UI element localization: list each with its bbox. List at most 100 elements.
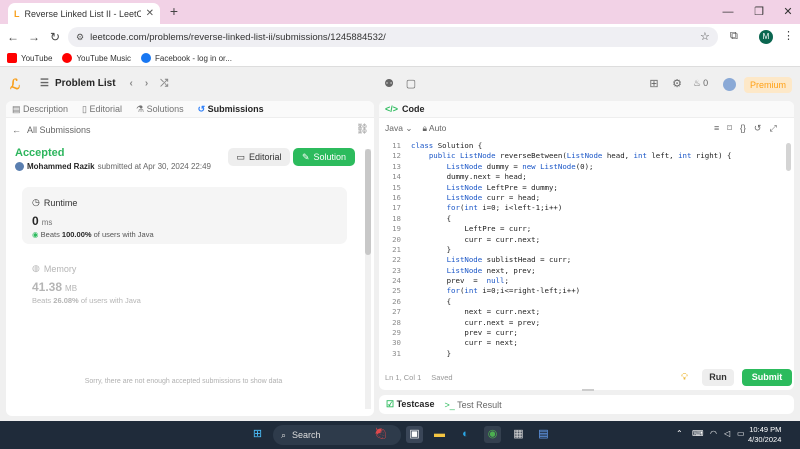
code-line: 14 dummy.next = head;	[379, 172, 784, 182]
editor-icons: ≡ ⌑ {} ↺ ⤢	[714, 123, 777, 134]
code-line: 23 ListNode next, prev;	[379, 266, 784, 276]
prev-problem-icon[interactable]: ‹	[130, 78, 133, 89]
profile-avatar[interactable]: M	[759, 30, 773, 44]
leetcode-favicon-icon: L	[14, 8, 20, 19]
no-data-message: Sorry, there are not enough accepted sub…	[84, 378, 283, 385]
extensions-icon[interactable]: ⧉	[730, 30, 738, 43]
tray-chevron-icon[interactable]: ⌃	[676, 429, 683, 438]
submitter-info: Mohammed Razik submitted at Apr 30, 2024…	[15, 162, 211, 171]
line-number: 27	[392, 307, 401, 317]
tab-submissions[interactable]: ↺ Submissions	[198, 104, 264, 115]
store-icon[interactable]: ▦	[510, 426, 527, 443]
code-text: next = curr.next;	[411, 307, 541, 317]
link-icon[interactable]: ⛓	[356, 124, 369, 135]
code-line: 25 for(int i=0;i<=right-left;i++)	[379, 286, 784, 296]
app-icon[interactable]: ▤	[535, 426, 552, 443]
debugger-icon[interactable]: ⚉	[382, 77, 396, 91]
code-text: for(int i=0;i<=right-left;i++)	[446, 286, 581, 296]
back-icon[interactable]: ←	[4, 28, 22, 46]
memory-card[interactable]: ◍ Memory 41.38 MB Beats 26.08% of users w…	[22, 253, 347, 310]
user-avatar[interactable]	[723, 78, 736, 91]
format-icon[interactable]: ≡	[714, 123, 719, 134]
terminal-icon: >_	[444, 399, 455, 410]
code-line: 12 public ListNode reverseBetween(ListNo…	[379, 151, 784, 161]
reload-icon[interactable]: ↻	[46, 28, 64, 46]
premium-button[interactable]: Premium	[744, 77, 792, 93]
maximize-icon[interactable]: ❐	[751, 4, 767, 20]
submit-button[interactable]: Submit	[742, 369, 792, 386]
braces-icon[interactable]: {}	[740, 123, 746, 134]
browser-tab[interactable]: L Reverse Linked List II - LeetCod ✕	[8, 3, 160, 24]
taskbar-clock[interactable]: 10:49 PM 4/30/2024	[748, 425, 781, 445]
history-icon: ↺	[197, 103, 208, 114]
hint-bulb-icon[interactable]: 💡︎	[681, 372, 688, 383]
code-text: prev = curr;	[411, 328, 518, 338]
line-number: 26	[392, 296, 401, 306]
bookmark-icon[interactable]: ⌑	[727, 123, 732, 134]
layout-icon[interactable]: ⊞	[647, 77, 661, 91]
language-select[interactable]: Java ⌄	[385, 123, 412, 134]
scrollbar-thumb[interactable]	[786, 143, 791, 171]
lock-icon: 🔒︎	[422, 123, 427, 133]
tab-editorial[interactable]: ▯ Editorial	[82, 104, 122, 115]
bookmark-star-icon[interactable]: ☆	[700, 30, 710, 43]
code-editor[interactable]: 11 class Solution {12 public ListNode rev…	[379, 141, 784, 363]
reset-icon[interactable]: ↺	[754, 123, 762, 134]
settings-icon[interactable]: ⚙	[670, 77, 684, 91]
expand-icon[interactable]: ⤢	[769, 123, 776, 134]
minimize-icon[interactable]: —	[720, 4, 736, 20]
leetcode-logo-icon[interactable]: ℒ	[10, 77, 24, 91]
line-number: 12	[392, 151, 401, 161]
author-name[interactable]: Mohammed Razik	[27, 162, 95, 171]
tab-description[interactable]: ▤ Description	[12, 104, 68, 115]
next-problem-icon[interactable]: ›	[145, 78, 148, 89]
wifi-icon[interactable]: ◠	[710, 429, 717, 438]
beats-badge-icon: ◉	[32, 230, 39, 239]
scrollbar-thumb[interactable]	[365, 149, 371, 255]
forward-icon[interactable]: →	[25, 28, 43, 46]
close-tab-icon[interactable]: ✕	[146, 8, 154, 19]
notes-icon[interactable]: ▢	[404, 77, 418, 91]
problem-list-nav[interactable]: ☰ Problem List ‹ › ⤮	[40, 78, 168, 89]
streak-counter[interactable]: ♨ 0	[693, 78, 708, 89]
bookmark-youtube[interactable]: YouTube	[7, 53, 52, 63]
tab-testcase[interactable]: ☑ Testcase	[386, 399, 434, 410]
left-scrollbar[interactable]	[365, 149, 371, 409]
all-submissions-link[interactable]: ← All Submissions	[12, 125, 91, 135]
new-tab-button[interactable]: +	[166, 4, 182, 20]
keyboard-icon[interactable]: ⌨	[692, 429, 704, 438]
address-bar[interactable]: ⚙ leetcode.com/problems/reverse-linked-l…	[68, 27, 718, 47]
site-info-icon[interactable]: ⚙	[76, 32, 84, 43]
clock-time: 10:49 PM	[749, 425, 782, 434]
file-explorer-icon[interactable]: ▬	[431, 426, 448, 443]
saved-status: Saved	[431, 373, 453, 382]
runtime-card[interactable]: ◷ Runtime 0 ms ◉ Beats 100.00% of users w…	[22, 187, 347, 244]
close-window-icon[interactable]: ✕	[780, 4, 796, 20]
menu-icon[interactable]: ⋮	[783, 29, 794, 42]
code-line: 27 next = curr.next;	[379, 307, 784, 317]
fire-icon: ♨	[693, 78, 702, 88]
code-line: 19 LeftPre = curr;	[379, 224, 784, 234]
bookmark-youtube-music[interactable]: YouTube Music	[62, 53, 131, 63]
windows-start-icon[interactable]: ⊞	[249, 426, 266, 443]
runtime-value: 0 ms	[32, 214, 53, 228]
edge-icon[interactable]: ◐	[457, 426, 474, 443]
resize-handle[interactable]	[582, 389, 594, 391]
code-line: 24 prev = null;	[379, 276, 784, 286]
battery-icon[interactable]: ▭	[737, 429, 745, 438]
auto-mode[interactable]: 🔒︎ Auto	[422, 123, 446, 134]
solution-button[interactable]: ✎ Solution	[293, 148, 355, 166]
run-button[interactable]: Run	[702, 369, 734, 386]
speaker-icon[interactable]: ◁	[724, 429, 730, 438]
shuffle-icon[interactable]: ⤮	[160, 78, 168, 89]
chrome-icon[interactable]: ◉	[484, 426, 501, 443]
bookmark-facebook[interactable]: Facebook - log in or...	[141, 53, 232, 63]
code-scrollbar[interactable]	[786, 143, 791, 353]
tab-solutions[interactable]: ⚗ Solutions	[136, 104, 184, 115]
code-line: 28 curr.next = prev;	[379, 318, 784, 328]
tab-test-result[interactable]: >_ Test Result	[444, 400, 501, 410]
code-line: 16 ListNode curr = head;	[379, 193, 784, 203]
editorial-button[interactable]: ▭ Editorial	[228, 148, 290, 166]
task-view-icon[interactable]: ▣	[406, 426, 423, 443]
cursor-position: Ln 1, Col 1	[385, 373, 422, 382]
